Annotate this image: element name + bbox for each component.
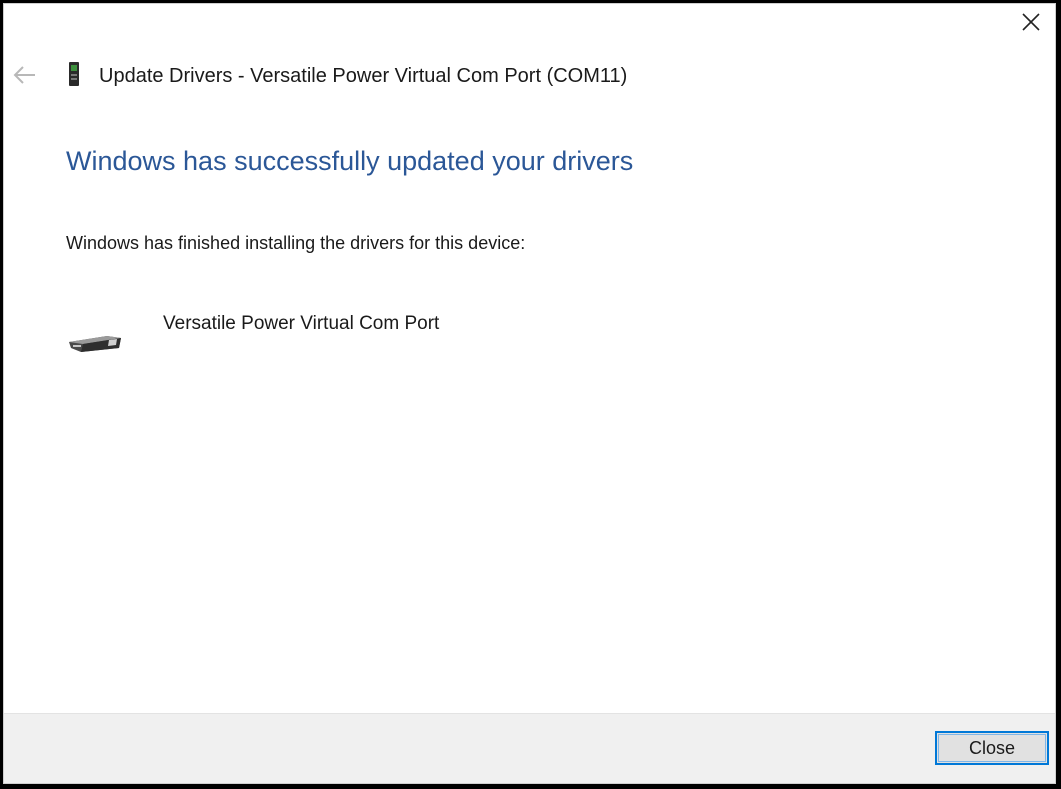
close-button[interactable]: Close <box>935 731 1049 765</box>
dialog-footer: Close <box>4 713 1055 783</box>
dialog-header: Update Drivers - Versatile Power Virtual… <box>4 58 1055 94</box>
success-heading: Windows has successfully updated your dr… <box>66 146 634 176</box>
device-name: Versatile Power Virtual Com Port <box>163 313 440 334</box>
close-icon[interactable] <box>1019 10 1043 34</box>
serial-port-icon <box>69 336 121 352</box>
install-info-text: Windows has finished installing the driv… <box>66 233 526 253</box>
device-manager-icon <box>69 62 79 86</box>
back-arrow-icon[interactable] <box>12 64 38 86</box>
update-drivers-dialog: Update Drivers - Versatile Power Virtual… <box>3 3 1056 784</box>
dialog-title: Update Drivers - Versatile Power Virtual… <box>99 65 628 87</box>
